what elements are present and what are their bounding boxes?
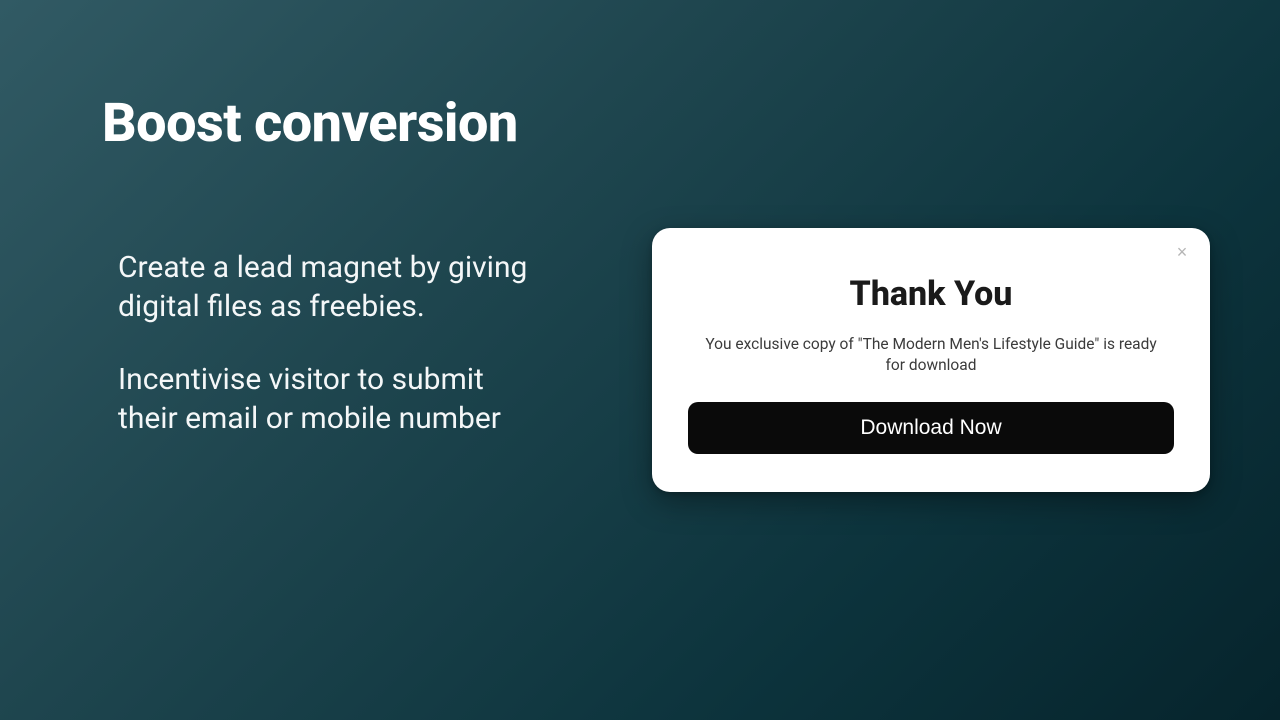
slide-title: Boost conversion: [102, 92, 518, 155]
slide-paragraph-1: Create a lead magnet by giving digital f…: [118, 248, 548, 326]
download-button[interactable]: Download Now: [688, 402, 1174, 454]
slide-body: Create a lead magnet by giving digital f…: [118, 248, 548, 472]
slide-paragraph-2: Incentivise visitor to submit their emai…: [118, 360, 548, 438]
thank-you-card: × Thank You You exclusive copy of "The M…: [652, 228, 1210, 492]
card-title: Thank You: [688, 274, 1174, 314]
card-subtitle: You exclusive copy of "The Modern Men's …: [696, 334, 1166, 376]
close-icon: ×: [1177, 243, 1188, 261]
close-button[interactable]: ×: [1172, 242, 1192, 262]
